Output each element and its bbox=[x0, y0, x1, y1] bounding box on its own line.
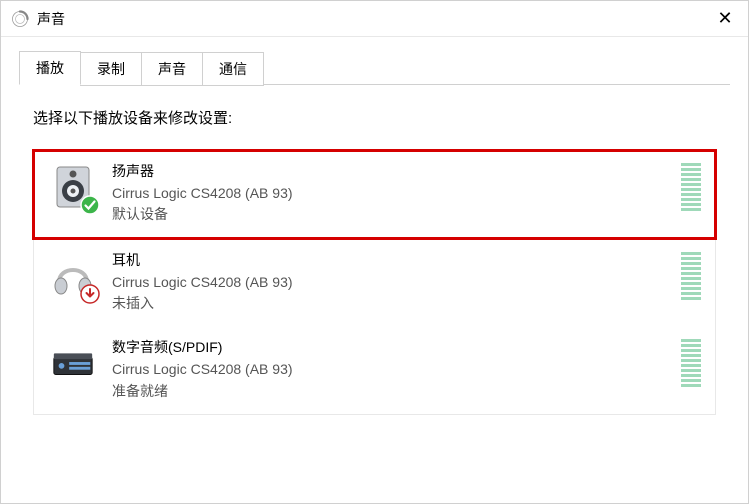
device-status: 默认设备 bbox=[112, 204, 681, 226]
level-meter bbox=[681, 163, 701, 211]
device-desc: Cirrus Logic CS4208 (AB 93) bbox=[112, 272, 681, 294]
headphones-icon bbox=[48, 250, 98, 302]
speaker-icon bbox=[48, 161, 98, 213]
tab-playback[interactable]: 播放 bbox=[19, 51, 81, 85]
device-status: 准备就绪 bbox=[112, 381, 681, 403]
device-text: 耳机 Cirrus Logic CS4208 (AB 93) 未插入 bbox=[112, 250, 681, 315]
device-name: 扬声器 bbox=[112, 161, 681, 183]
device-desc: Cirrus Logic CS4208 (AB 93) bbox=[112, 359, 681, 381]
level-meter bbox=[681, 339, 701, 387]
device-desc: Cirrus Logic CS4208 (AB 93) bbox=[112, 183, 681, 205]
spdif-icon bbox=[48, 337, 98, 389]
titlebar: 声音 ✕ bbox=[1, 1, 748, 37]
instruction-text: 选择以下播放设备来修改设置: bbox=[33, 107, 716, 128]
device-name: 数字音频(S/PDIF) bbox=[112, 337, 681, 359]
close-icon: ✕ bbox=[717, 8, 732, 29]
tab-strip: 播放 录制 声音 通信 bbox=[1, 37, 748, 85]
unplugged-icon bbox=[80, 284, 100, 304]
device-item-headphones[interactable]: 耳机 Cirrus Logic CS4208 (AB 93) 未插入 bbox=[34, 240, 715, 327]
window-title: 声音 bbox=[37, 9, 702, 29]
default-check-icon bbox=[80, 195, 100, 215]
device-item-speakers[interactable]: 扬声器 Cirrus Logic CS4208 (AB 93) 默认设备 bbox=[34, 151, 715, 238]
device-item-spdif[interactable]: 数字音频(S/PDIF) Cirrus Logic CS4208 (AB 93)… bbox=[34, 327, 715, 414]
playback-device-list: 扬声器 Cirrus Logic CS4208 (AB 93) 默认设备 bbox=[33, 150, 716, 415]
tab-content-playback: 选择以下播放设备来修改设置: 扬声器 bbox=[19, 84, 730, 415]
device-name: 耳机 bbox=[112, 250, 681, 272]
tab-recording[interactable]: 录制 bbox=[80, 52, 142, 86]
tab-sounds[interactable]: 声音 bbox=[141, 52, 203, 86]
close-button[interactable]: ✕ bbox=[702, 1, 748, 37]
device-text: 数字音频(S/PDIF) Cirrus Logic CS4208 (AB 93)… bbox=[112, 337, 681, 402]
sound-control-icon bbox=[11, 10, 29, 28]
device-text: 扬声器 Cirrus Logic CS4208 (AB 93) 默认设备 bbox=[112, 161, 681, 226]
level-meter bbox=[681, 252, 701, 300]
device-status: 未插入 bbox=[112, 293, 681, 315]
tab-communications[interactable]: 通信 bbox=[202, 52, 264, 86]
